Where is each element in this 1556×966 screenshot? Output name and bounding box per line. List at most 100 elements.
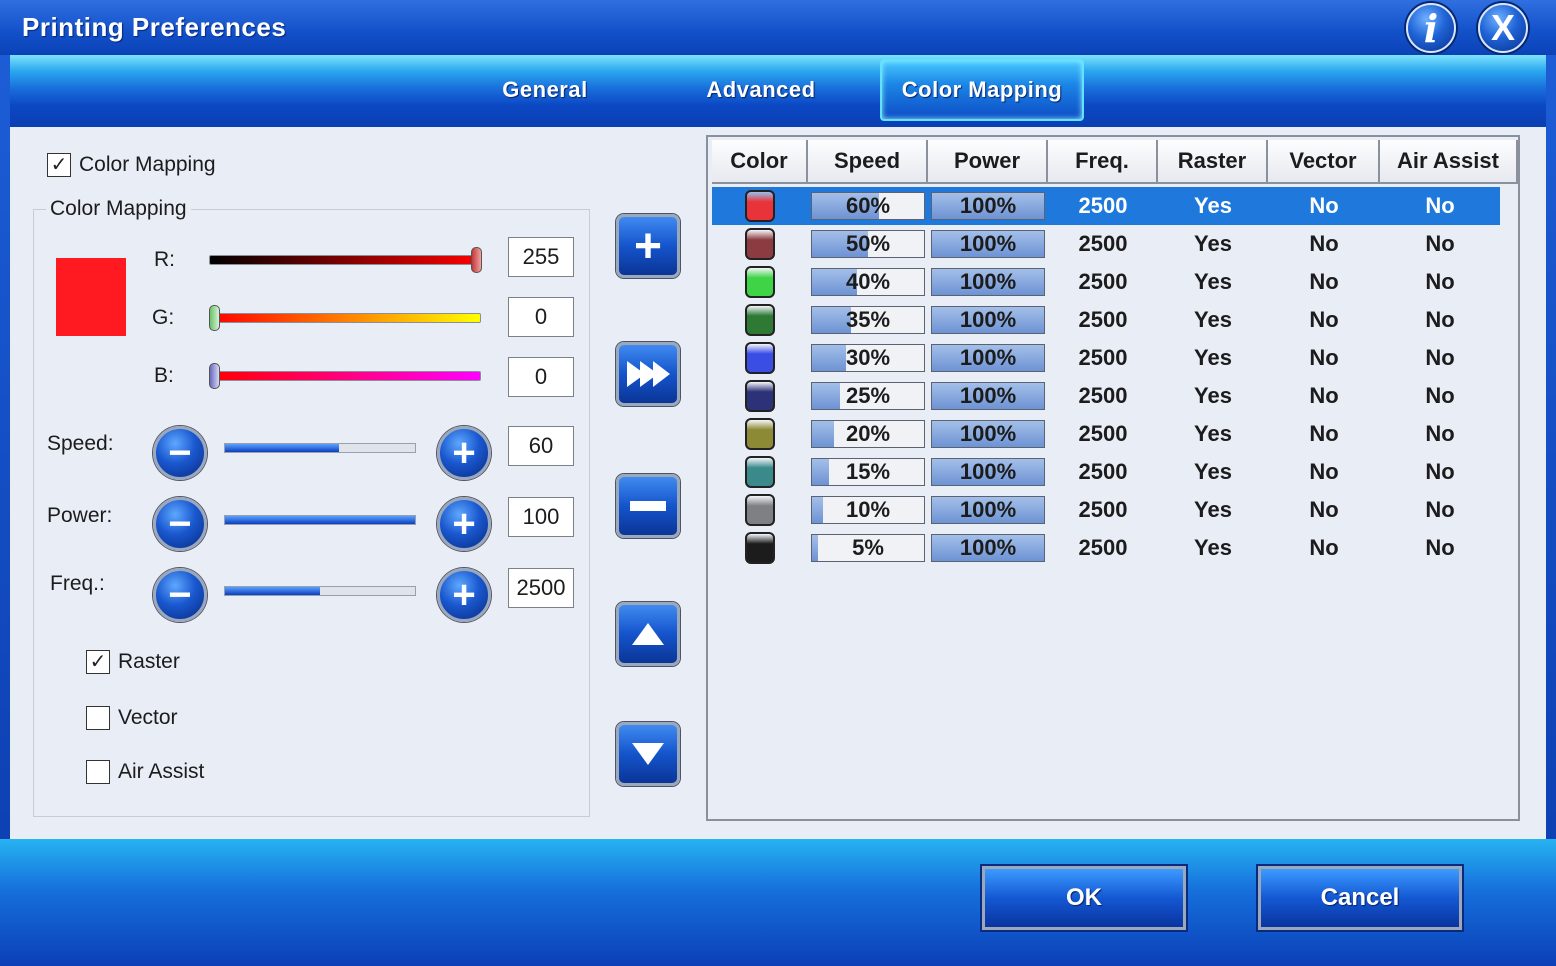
speed-decrease-button[interactable]: − bbox=[153, 426, 207, 480]
speed-cell-bar: 10% bbox=[811, 496, 925, 524]
power-slider[interactable] bbox=[224, 515, 416, 525]
speed-cell: 25% bbox=[808, 377, 928, 415]
tab-general[interactable]: General bbox=[480, 59, 610, 121]
table-row[interactable]: 60% 100% 2500 Yes No No bbox=[712, 187, 1500, 225]
tab-color-mapping[interactable]: Color Mapping bbox=[880, 59, 1084, 121]
checkbox-box bbox=[86, 706, 110, 730]
table-row[interactable]: 5% 100% 2500 Yes No No bbox=[712, 529, 1500, 567]
column-header-raster[interactable]: Raster bbox=[1158, 140, 1268, 184]
column-header-air-assist[interactable]: Air Assist bbox=[1380, 140, 1518, 184]
raster-checkbox[interactable]: ✓ Raster bbox=[86, 650, 180, 674]
color-cell bbox=[712, 263, 808, 301]
color-swatch bbox=[745, 342, 775, 374]
speed-cell-text: 35% bbox=[845, 307, 891, 332]
power-cell-bar: 100% bbox=[931, 458, 1045, 486]
column-header-color[interactable]: Color bbox=[712, 140, 808, 184]
vector-cell: No bbox=[1309, 193, 1339, 218]
g-value-input[interactable]: 0 bbox=[508, 297, 574, 337]
tab-advanced[interactable]: Advanced bbox=[690, 59, 832, 121]
power-cell: 100% bbox=[928, 377, 1048, 415]
vector-cell: No bbox=[1309, 269, 1339, 294]
add-color-button[interactable]: + bbox=[616, 214, 680, 278]
b-slider[interactable] bbox=[209, 363, 481, 389]
cancel-button[interactable]: Cancel bbox=[1258, 866, 1462, 930]
arrow-down-icon bbox=[632, 743, 664, 765]
speed-increase-button[interactable]: + bbox=[437, 426, 491, 480]
table-row[interactable]: 10% 100% 2500 Yes No No bbox=[712, 491, 1500, 529]
color-cell bbox=[712, 377, 808, 415]
power-cell: 100% bbox=[928, 529, 1048, 567]
raster-cell: Yes bbox=[1194, 269, 1232, 294]
freq-cell: 2500 bbox=[1078, 383, 1128, 408]
raster-cell: Yes bbox=[1194, 193, 1232, 218]
air-assist-cell: No bbox=[1425, 421, 1455, 446]
table-row[interactable]: 15% 100% 2500 Yes No No bbox=[712, 453, 1500, 491]
column-header-freq[interactable]: Freq. bbox=[1048, 140, 1158, 184]
power-cell-text: 100% bbox=[959, 193, 1017, 218]
r-slider-thumb[interactable] bbox=[471, 247, 482, 273]
power-cell-text: 100% bbox=[959, 231, 1017, 256]
freq-slider[interactable] bbox=[224, 586, 416, 596]
speed-cell-bar: 5% bbox=[811, 534, 925, 562]
checkbox-label: Air Assist bbox=[118, 760, 205, 783]
power-increase-button[interactable]: + bbox=[437, 497, 491, 551]
freq-decrease-button[interactable]: − bbox=[153, 568, 207, 622]
b-value-input[interactable]: 0 bbox=[508, 357, 574, 397]
air-assist-cell: No bbox=[1425, 497, 1455, 522]
table-row[interactable]: 30% 100% 2500 Yes No No bbox=[712, 339, 1500, 377]
speed-cell: 15% bbox=[808, 453, 928, 491]
color-cell bbox=[712, 187, 808, 225]
speed-value-input[interactable]: 60 bbox=[508, 426, 574, 466]
g-slider[interactable] bbox=[209, 305, 481, 331]
vector-cell: No bbox=[1309, 383, 1339, 408]
column-header-speed[interactable]: Speed bbox=[808, 140, 928, 184]
power-decrease-button[interactable]: − bbox=[153, 497, 207, 551]
checkbox-label: Vector bbox=[118, 706, 178, 729]
vector-cell: No bbox=[1309, 535, 1339, 560]
move-down-button[interactable] bbox=[616, 722, 680, 786]
speed-slider[interactable] bbox=[224, 443, 416, 453]
move-up-button[interactable] bbox=[616, 602, 680, 666]
speed-cell: 40% bbox=[808, 263, 928, 301]
checkbox-box: ✓ bbox=[86, 650, 110, 674]
table-body: 60% 100% 2500 Yes No No 50% 100% 2500 Yes No No 40% 1… bbox=[712, 187, 1500, 567]
plus-icon: + bbox=[452, 431, 476, 475]
color-mapping-enable-checkbox[interactable]: ✓ Color Mapping bbox=[47, 153, 216, 177]
power-value-input[interactable]: 100 bbox=[508, 497, 574, 537]
speed-cell: 10% bbox=[808, 491, 928, 529]
speed-cell-text: 15% bbox=[845, 459, 891, 484]
close-button[interactable]: X bbox=[1478, 3, 1528, 53]
power-cell-text: 100% bbox=[959, 535, 1017, 560]
remove-color-button[interactable] bbox=[616, 474, 680, 538]
raster-cell: Yes bbox=[1194, 535, 1232, 560]
b-slider-thumb[interactable] bbox=[209, 363, 220, 389]
g-slider-thumb[interactable] bbox=[209, 305, 220, 331]
checkbox-box bbox=[86, 760, 110, 784]
table-row[interactable]: 25% 100% 2500 Yes No No bbox=[712, 377, 1500, 415]
table-row[interactable]: 20% 100% 2500 Yes No No bbox=[712, 415, 1500, 453]
table-row[interactable]: 50% 100% 2500 Yes No No bbox=[712, 225, 1500, 263]
air-assist-cell: No bbox=[1425, 193, 1455, 218]
power-cell-bar: 100% bbox=[931, 534, 1045, 562]
column-header-power[interactable]: Power bbox=[928, 140, 1048, 184]
table-row[interactable]: 35% 100% 2500 Yes No No bbox=[712, 301, 1500, 339]
freq-increase-button[interactable]: + bbox=[437, 568, 491, 622]
color-cell bbox=[712, 301, 808, 339]
vector-cell: No bbox=[1309, 345, 1339, 370]
speed-cell-text: 40% bbox=[845, 269, 891, 294]
air-assist-checkbox[interactable]: Air Assist bbox=[86, 760, 204, 784]
speed-cell-bar: 35% bbox=[811, 306, 925, 334]
ok-button[interactable]: OK bbox=[982, 866, 1186, 930]
info-button[interactable]: i bbox=[1406, 3, 1456, 53]
air-assist-cell: No bbox=[1425, 269, 1455, 294]
power-cell-text: 100% bbox=[959, 497, 1017, 522]
close-icon: X bbox=[1490, 7, 1515, 48]
freq-value-input[interactable]: 2500 bbox=[508, 568, 574, 608]
r-value-input[interactable]: 255 bbox=[508, 237, 574, 277]
color-cell bbox=[712, 453, 808, 491]
apply-all-button[interactable] bbox=[616, 342, 680, 406]
r-slider[interactable] bbox=[209, 247, 482, 273]
column-header-vector[interactable]: Vector bbox=[1268, 140, 1380, 184]
table-row[interactable]: 40% 100% 2500 Yes No No bbox=[712, 263, 1500, 301]
vector-checkbox[interactable]: Vector bbox=[86, 706, 178, 730]
